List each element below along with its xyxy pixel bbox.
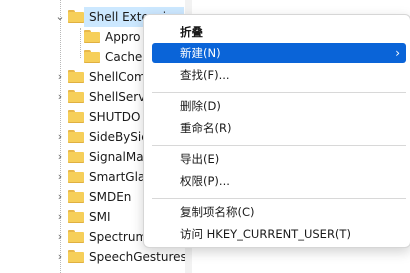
chevron-right-icon[interactable]: › (55, 67, 65, 87)
folder-icon (68, 210, 84, 223)
menu-separator (152, 92, 406, 93)
folder-icon (68, 250, 84, 263)
menu-item-label: 复制项名称(C) (180, 205, 255, 219)
folder-icon (68, 170, 84, 183)
menu-separator (152, 198, 406, 199)
tree-node-label: SpeechGestures (89, 250, 187, 264)
tree-node-label: SMDEn (89, 190, 132, 204)
menu-item-goto-hkcu[interactable]: 访问 HKEY_CURRENT_USER(T) (152, 224, 406, 244)
tree-node-label: SMI (89, 210, 111, 224)
chevron-right-icon[interactable]: › (55, 207, 65, 227)
chevron-right-icon[interactable]: › (55, 247, 65, 267)
folder-icon (68, 10, 84, 23)
menu-item-label: 删除(D) (180, 99, 221, 113)
tree-node-speechgestures[interactable]: › SpeechGestures (0, 247, 187, 267)
chevron-right-icon[interactable]: › (55, 167, 65, 187)
chevron-down-icon[interactable]: ⌄ (55, 7, 65, 27)
tree-node-label: SignalMa (89, 150, 144, 164)
chevron-right-icon[interactable]: › (55, 227, 65, 247)
menu-item-copy-key-name[interactable]: 复制项名称(C) (152, 202, 406, 222)
menu-item-rename[interactable]: 重命名(R) (152, 118, 406, 138)
menu-item-delete[interactable]: 删除(D) (152, 96, 406, 116)
folder-icon (68, 190, 84, 203)
tree-node-label: SmartGla (89, 170, 146, 184)
tree-node-label: Cache (105, 50, 143, 64)
folder-icon (84, 30, 100, 43)
folder-icon (68, 70, 84, 83)
tree-node-label: Spectrum (89, 230, 148, 244)
menu-item-label: 访问 HKEY_CURRENT_USER(T) (180, 227, 351, 241)
chevron-right-icon: › (395, 46, 400, 60)
tree-node-label: ShellServ (89, 90, 146, 104)
menu-item-new[interactable]: 新建(N) › (152, 43, 406, 63)
tree-node-label: Appro (105, 30, 141, 44)
folder-icon (68, 150, 84, 163)
menu-item-label: 新建(N) (180, 46, 221, 60)
chevron-right-icon[interactable]: › (55, 87, 65, 107)
menu-item-label: 折叠 (180, 25, 203, 39)
tree-node-label: SideBySic (89, 130, 148, 144)
menu-item-permissions[interactable]: 权限(P)... (152, 171, 406, 191)
menu-item-find[interactable]: 查找(F)... (152, 65, 406, 85)
menu-item-label: 重命名(R) (180, 121, 232, 135)
folder-icon (68, 230, 84, 243)
context-menu: 折叠 新建(N) › 查找(F)... 删除(D) 重命名(R) 导出(E) 权… (143, 14, 410, 248)
tree-node-label: ShellCom (89, 70, 146, 84)
menu-separator (152, 145, 406, 146)
folder-icon (68, 110, 84, 123)
menu-item-export[interactable]: 导出(E) (152, 149, 406, 169)
folder-icon (84, 50, 100, 63)
menu-item-label: 查找(F)... (180, 68, 230, 82)
tree-node-label: SHUTDO (89, 110, 141, 124)
chevron-right-icon[interactable]: › (55, 187, 65, 207)
folder-icon (68, 90, 84, 103)
menu-item-collapse[interactable]: 折叠 (152, 22, 406, 42)
menu-item-label: 导出(E) (180, 152, 220, 166)
folder-icon (68, 130, 84, 143)
menu-item-label: 权限(P)... (180, 174, 230, 188)
chevron-right-icon[interactable]: › (55, 127, 65, 147)
chevron-right-icon[interactable]: › (55, 147, 65, 167)
